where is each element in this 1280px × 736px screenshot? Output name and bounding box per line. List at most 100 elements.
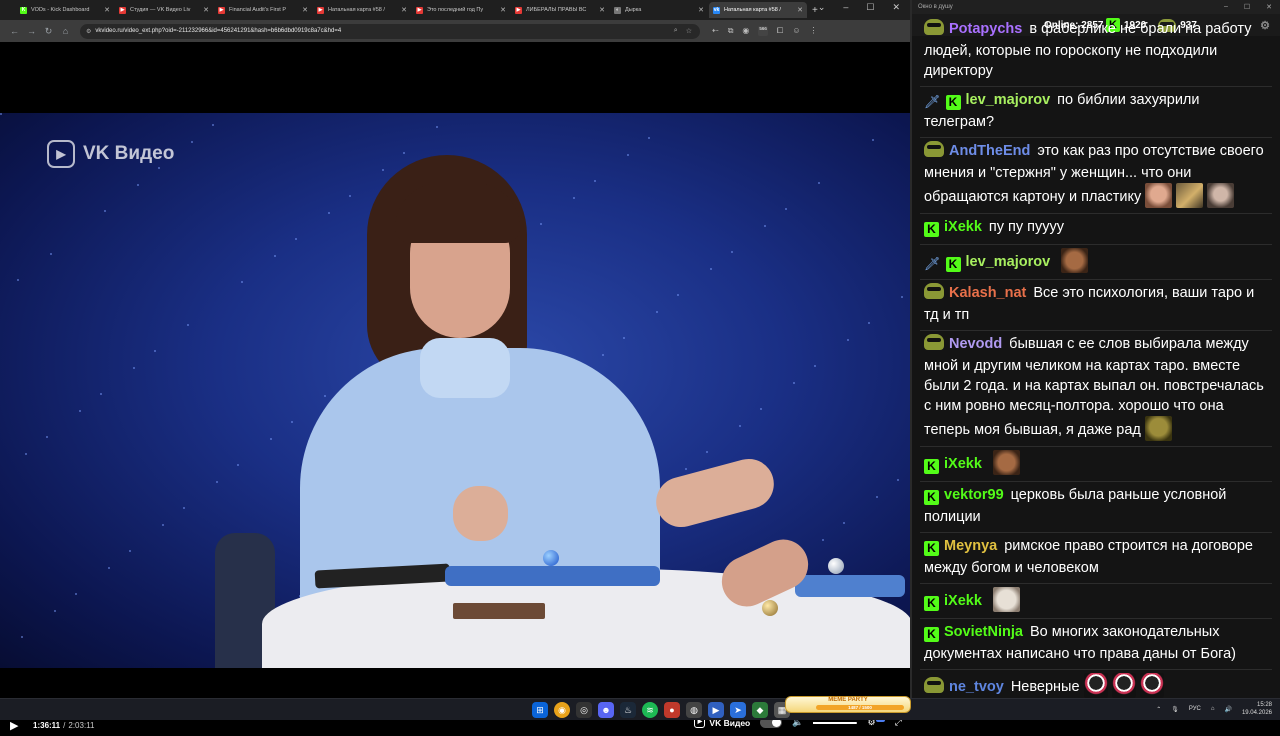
chat-username[interactable]: vektor99 bbox=[944, 487, 1004, 503]
star-dot bbox=[739, 425, 741, 427]
discord-icon[interactable]: ☻ bbox=[598, 702, 614, 718]
minimize-button[interactable]: – bbox=[843, 2, 848, 13]
menu-icon[interactable]: ⋮ bbox=[810, 26, 818, 36]
extension-icon[interactable]: ⇠ bbox=[712, 26, 719, 36]
bookmark-star-icon[interactable]: ☆ bbox=[686, 27, 692, 35]
meme-party-widget: MEME PARTY 1487 / 1500 bbox=[785, 696, 911, 713]
maximize-button[interactable]: ☐ bbox=[866, 2, 874, 13]
chat-titlebar: Окно в душу – ☐ ✕ bbox=[912, 0, 1280, 14]
forward-icon[interactable]: → bbox=[23, 26, 40, 36]
chat-message: KiXekk пу пу пуууу bbox=[920, 214, 1272, 245]
windows-start-icon[interactable]: ⊞ bbox=[532, 702, 548, 718]
obs-icon[interactable]: ◍ bbox=[686, 702, 702, 718]
star-dot bbox=[602, 354, 604, 356]
browser-tab[interactable]: ▶ Financial Audit's First P ✕ bbox=[214, 2, 312, 18]
star-dot bbox=[685, 468, 687, 470]
chat-username[interactable]: Potapychs bbox=[949, 21, 1022, 37]
tab-search-icon[interactable]: ⌄ bbox=[818, 2, 826, 13]
profile-icon[interactable]: ☺ bbox=[792, 26, 800, 36]
star-dot bbox=[79, 410, 81, 412]
network-icon[interactable]: ⌂ bbox=[1211, 706, 1215, 712]
speaker-icon[interactable]: 🔊 bbox=[1224, 706, 1231, 713]
clock[interactable]: 15:28 19.04.2026 bbox=[1242, 701, 1272, 717]
browser-tab[interactable]: ▶ ЛИБЕРАЛЫ ПРАВЫ ВС ✕ bbox=[511, 2, 609, 18]
chat-username[interactable]: iXekk bbox=[944, 456, 982, 472]
minimize-button[interactable]: – bbox=[1224, 3, 1228, 11]
chat-emote-icon bbox=[1145, 183, 1173, 208]
duration: 2:03:11 bbox=[68, 720, 95, 730]
back-icon[interactable]: ← bbox=[6, 26, 23, 36]
tab-close-icon[interactable]: ✕ bbox=[500, 6, 506, 14]
star-dot bbox=[104, 210, 106, 212]
tab-close-icon[interactable]: ✕ bbox=[203, 6, 209, 14]
tab-label: Натальная карта #58 / bbox=[328, 7, 385, 13]
chat-username[interactable]: iXekk bbox=[944, 593, 982, 609]
chat-username[interactable]: Meynya bbox=[944, 538, 997, 554]
browser-tab[interactable]: K VODs - Kick Dashboard ✕ bbox=[16, 2, 114, 18]
chat-username[interactable]: lev_majorov bbox=[966, 92, 1051, 108]
tray-chevron-icon[interactable]: ⌃ bbox=[1156, 706, 1161, 713]
tab-close-icon[interactable]: ✕ bbox=[797, 6, 803, 14]
extension-badge[interactable]: 566 bbox=[758, 26, 768, 36]
extensions-puzzle-icon[interactable]: ⧠ bbox=[777, 26, 783, 36]
chat-username[interactable]: iXekk bbox=[944, 219, 982, 235]
browser-tab[interactable]: ▶ Это последний год Пу ✕ bbox=[412, 2, 510, 18]
user-badges: K bbox=[924, 219, 939, 239]
user-badges: 🗡 K bbox=[924, 92, 961, 112]
app-icon[interactable]: ● bbox=[664, 702, 680, 718]
star-dot bbox=[187, 324, 189, 326]
sword-badge-icon: 🗡 bbox=[924, 256, 941, 271]
telegram-icon[interactable]: ➤ bbox=[730, 702, 746, 718]
reload-icon[interactable]: ↻ bbox=[40, 26, 57, 37]
spotify-icon[interactable]: ≋ bbox=[642, 702, 658, 718]
tab-close-icon[interactable]: ✕ bbox=[401, 6, 407, 14]
chat-username[interactable]: lev_majorov bbox=[966, 254, 1051, 270]
video-frame[interactable]: ▶ VK Видео bbox=[0, 113, 910, 668]
star-dot bbox=[324, 395, 326, 397]
close-window-button[interactable]: ✕ bbox=[1266, 3, 1272, 11]
star-dot bbox=[706, 451, 708, 453]
browser-tab[interactable]: ▶ Студия — VK Видео Liv ✕ bbox=[115, 2, 213, 18]
steam-icon[interactable]: ♨ bbox=[620, 702, 636, 718]
tab-close-icon[interactable]: ✕ bbox=[599, 6, 605, 14]
microphone-icon[interactable]: 🎙 bbox=[1171, 706, 1179, 713]
zoom-icon[interactable]: ⌕ bbox=[674, 27, 678, 35]
chat-username[interactable]: ne_tvoy bbox=[949, 679, 1004, 695]
close-window-button[interactable]: ✕ bbox=[892, 2, 900, 13]
browser-tab[interactable]: vk Натальная карта #58 / ✕ bbox=[709, 2, 807, 18]
chrome-icon[interactable]: ◉ bbox=[554, 702, 570, 718]
volume-slider[interactable] bbox=[813, 721, 858, 724]
tab-label: Это последний год Пу bbox=[427, 7, 484, 13]
browser-tab[interactable]: ◐ Дырка ✕ bbox=[610, 2, 708, 18]
user-badges: K bbox=[924, 624, 939, 644]
address-bar[interactable]: ⚙ vkvideo.ru/video_ext.php?oid=-21123296… bbox=[80, 23, 700, 39]
tab-close-icon[interactable]: ✕ bbox=[302, 6, 308, 14]
chat-message: Kalash_nat Все это психология, ваши таро … bbox=[920, 280, 1272, 331]
tab-close-icon[interactable]: ✕ bbox=[104, 6, 110, 14]
browser-tab[interactable]: ▶ Натальная карта #58 / ✕ bbox=[313, 2, 411, 18]
extension-icon[interactable]: ⧉ bbox=[728, 26, 734, 36]
star-dot bbox=[818, 182, 820, 184]
language-indicator[interactable]: РУС bbox=[1189, 706, 1201, 712]
site-info-icon[interactable]: ⚙ bbox=[86, 28, 91, 35]
chat-message: Potapychs в фаберлике не брали на работу … bbox=[920, 16, 1272, 87]
chat-username[interactable]: Nevodd bbox=[949, 336, 1002, 352]
maximize-button[interactable]: ☐ bbox=[1244, 3, 1250, 11]
home-icon[interactable]: ⌂ bbox=[57, 26, 74, 36]
browser-toolbar: ← → ↻ ⌂ ⚙ vkvideo.ru/video_ext.php?oid=-… bbox=[0, 20, 910, 42]
star-dot bbox=[872, 139, 874, 141]
chat-emote-icon bbox=[1083, 673, 1108, 698]
chat-emote-icon bbox=[1144, 416, 1172, 441]
video-player[interactable]: ▶ VK Видео ▶ 1:36:11 / 2:03:11 ▶ VK Виде… bbox=[0, 42, 910, 732]
app-icon[interactable]: ◆ bbox=[752, 702, 768, 718]
app-icon[interactable]: ▶ bbox=[708, 702, 724, 718]
taskbar-icons: ⊞ ◉ ◎ ☻ ♨ ≋ ● ◍ ▶ ➤ ◆ ▦ bbox=[532, 702, 790, 718]
tab-close-icon[interactable]: ✕ bbox=[698, 6, 704, 14]
extension-icon[interactable]: ◉ bbox=[742, 26, 749, 36]
chat-username[interactable]: AndTheEnd bbox=[949, 143, 1030, 159]
star-dot bbox=[843, 522, 845, 524]
chat-username[interactable]: SovietNinja bbox=[944, 624, 1023, 640]
chat-username[interactable]: Kalash_nat bbox=[949, 285, 1026, 301]
app-icon[interactable]: ◎ bbox=[576, 702, 592, 718]
play-button[interactable]: ▶ bbox=[10, 719, 26, 732]
